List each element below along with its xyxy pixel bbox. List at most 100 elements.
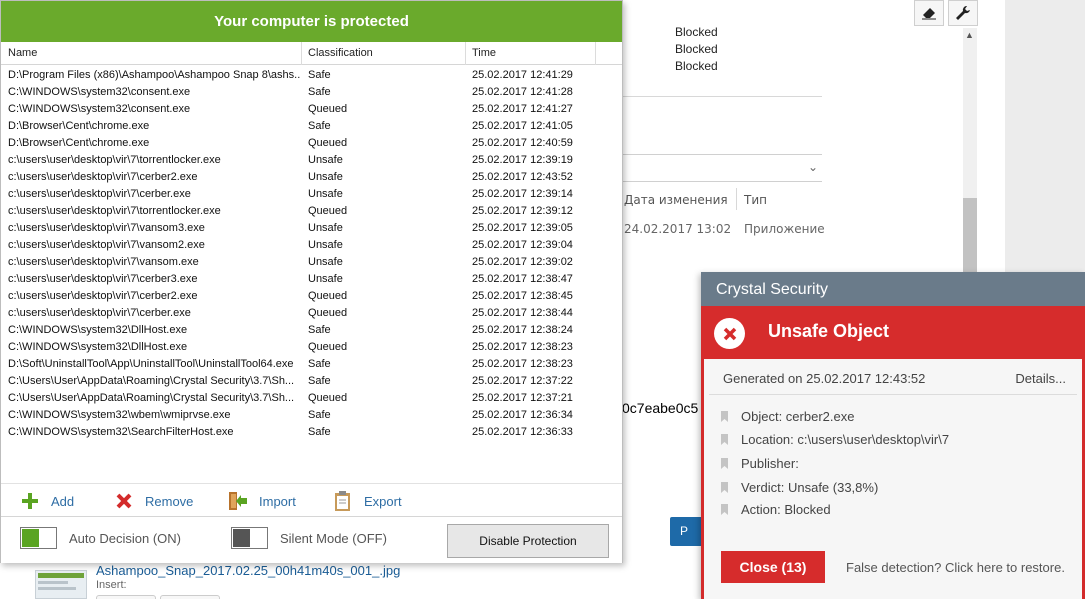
table-row[interactable]: c:\users\user\desktop\vir\7\cerber2.exe Q…	[1, 288, 622, 305]
eraser-icon	[922, 8, 936, 20]
thumb-bar	[38, 573, 84, 578]
silent-mode-label: Silent Mode (OFF)	[280, 531, 387, 546]
table-header: Name Classification Time	[1, 42, 622, 65]
table-row[interactable]: C:\WINDOWS\system32\consent.exe Queued 25.…	[1, 101, 622, 118]
app-window: Your computer is protected Name Classifi…	[0, 0, 623, 563]
column-separator[interactable]	[595, 42, 596, 65]
table-row[interactable]: D:\Browser\Cent\chrome.exe Safe 25.02.2017…	[1, 118, 622, 135]
background-action-button[interactable]: P	[670, 517, 702, 546]
auto-decision-toggle[interactable]	[20, 527, 57, 549]
bookmark-icon	[721, 504, 728, 515]
insert-option[interactable]	[160, 595, 220, 599]
file-name-link[interactable]: Ashampoo_Snap_2017.02.25_00h41m40s_001_.…	[96, 563, 400, 578]
cell-classification: Queued	[308, 290, 348, 302]
file-thumbnail[interactable]	[35, 570, 87, 599]
cell-name: C:\WINDOWS\system32\consent.exe	[8, 103, 191, 115]
cell-classification: Safe	[308, 86, 331, 98]
cell-time: 25.02.2017 12:38:44	[472, 307, 573, 319]
clipboard-icon	[332, 490, 354, 512]
cell-name: C:\WINDOWS\system32\wbem\wmiprvse.exe	[8, 409, 231, 421]
table-row[interactable]: C:\WINDOWS\system32\wbem\wmiprvse.exe Saf…	[1, 407, 622, 424]
generated-timestamp: Generated on 25.02.2017 12:43:52	[723, 371, 926, 386]
cell-time: 25.02.2017 12:36:33	[472, 426, 573, 438]
export-button[interactable]: Export	[332, 490, 402, 512]
cell-name: c:\users\user\desktop\vir\7\vansom.exe	[8, 256, 199, 268]
table-row[interactable]: c:\users\user\desktop\vir\7\cerber.exe Un…	[1, 186, 622, 203]
table-row[interactable]: c:\users\user\desktop\vir\7\torrentlocke…	[1, 203, 622, 220]
cell-classification: Unsafe	[308, 154, 343, 166]
cell-classification: Safe	[308, 324, 331, 336]
cell-time: 25.02.2017 12:39:04	[472, 239, 573, 251]
cell-time: 25.02.2017 12:37:21	[472, 392, 573, 404]
background-dropdown[interactable]: ⌄	[622, 154, 822, 182]
disable-protection-button[interactable]: Disable Protection	[447, 524, 609, 558]
plus-icon	[19, 490, 41, 512]
settings-button[interactable]	[948, 0, 978, 26]
column-name[interactable]: Name	[1, 42, 37, 65]
insert-option[interactable]	[96, 595, 156, 599]
cell-time: 25.02.2017 12:40:59	[472, 137, 573, 149]
cell-name: D:\Browser\Cent\chrome.exe	[8, 120, 150, 132]
table-row[interactable]: C:\Users\User\AppData\Roaming\Crystal Se…	[1, 390, 622, 407]
import-button[interactable]: Import	[227, 490, 296, 512]
cell-classification: Queued	[308, 307, 348, 319]
events-table: D:\Program Files (x86)\Ashampoo\Ashampoo…	[1, 65, 622, 481]
table-row[interactable]: c:\users\user\desktop\vir\7\vansom3.exe U…	[1, 220, 622, 237]
table-row[interactable]: C:\WINDOWS\system32\DllHost.exe Safe 25.02…	[1, 322, 622, 339]
cell-time: 25.02.2017 12:39:14	[472, 188, 573, 200]
hash-text: 0c7eabe0c5	[622, 400, 699, 416]
cell-name: c:\users\user\desktop\vir\7\cerber.exe	[8, 188, 191, 200]
remove-button[interactable]: Remove	[113, 490, 193, 512]
cell-classification: Safe	[308, 358, 331, 370]
details-link[interactable]: Details...	[1015, 371, 1066, 386]
background-scrollbar[interactable]: ▲	[963, 28, 977, 273]
scrollbar-thumb[interactable]	[963, 198, 977, 273]
table-row[interactable]: C:\WINDOWS\system32\DllHost.exe Queued 25.…	[1, 339, 622, 356]
eraser-button[interactable]	[914, 0, 944, 26]
file-type: Приложение	[744, 222, 825, 236]
table-row[interactable]: D:\Browser\Cent\chrome.exe Queued 25.02.20…	[1, 135, 622, 152]
table-row[interactable]: C:\WINDOWS\system32\consent.exe Safe 25.02…	[1, 84, 622, 101]
table-row[interactable]: c:\users\user\desktop\vir\7\torrentlocke…	[1, 152, 622, 169]
chevron-down-icon: ⌄	[807, 160, 818, 174]
cell-name: C:\Users\User\AppData\Roaming\Crystal Se…	[8, 375, 295, 387]
cell-time: 25.02.2017 12:39:05	[472, 222, 573, 234]
cell-name: c:\users\user\desktop\vir\7\vansom2.exe	[8, 239, 205, 251]
restore-link[interactable]: False detection? Click here to restore.	[846, 560, 1065, 575]
table-row[interactable]: D:\Soft\UninstallTool\App\UninstallTool\…	[1, 356, 622, 373]
notification-title: Crystal Security	[701, 272, 1085, 306]
cell-classification: Safe	[308, 120, 331, 132]
column-classification[interactable]: Classification	[301, 42, 373, 65]
table-row[interactable]: c:\users\user\desktop\vir\7\cerber2.exe U…	[1, 169, 622, 186]
import-icon	[227, 490, 249, 512]
alert-banner: Unsafe Object	[701, 306, 1085, 359]
cell-time: 25.02.2017 12:38:24	[472, 324, 573, 336]
add-label: Add	[51, 493, 75, 509]
close-button[interactable]: Close (13)	[721, 551, 825, 583]
cell-name: c:\users\user\desktop\vir\7\torrentlocke…	[8, 154, 221, 166]
column-date-modified[interactable]: Дата изменения	[624, 193, 728, 207]
toggle-on-fill	[22, 529, 39, 547]
table-row[interactable]: C:\WINDOWS\system32\SearchFilterHost.exe…	[1, 424, 622, 441]
file-date: 24.02.2017 13:02	[624, 222, 732, 236]
blocked-label: Blocked	[675, 59, 718, 73]
column-type[interactable]: Тип	[744, 193, 767, 207]
property-text: Action: Blocked	[741, 502, 831, 517]
cell-time: 25.02.2017 12:38:23	[472, 358, 573, 370]
cell-name: c:\users\user\desktop\vir\7\cerber2.exe	[8, 290, 198, 302]
table-row[interactable]: c:\users\user\desktop\vir\7\vansom2.exe U…	[1, 237, 622, 254]
cell-classification: Safe	[308, 409, 331, 421]
table-row[interactable]: C:\Users\User\AppData\Roaming\Crystal Se…	[1, 373, 622, 390]
divider	[709, 394, 1077, 395]
bookmark-icon	[721, 458, 728, 469]
silent-mode-toggle[interactable]	[231, 527, 268, 549]
scroll-up-icon[interactable]: ▲	[965, 30, 974, 40]
table-row[interactable]: c:\users\user\desktop\vir\7\cerber3.exe U…	[1, 271, 622, 288]
add-button[interactable]: Add	[19, 490, 74, 512]
column-time[interactable]: Time	[465, 42, 496, 65]
table-row[interactable]: c:\users\user\desktop\vir\7\cerber.exe Qu…	[1, 305, 622, 322]
table-row[interactable]: D:\Program Files (x86)\Ashampoo\Ashampoo…	[1, 67, 622, 84]
cell-time: 25.02.2017 12:41:28	[472, 86, 573, 98]
threat-notification: Crystal Security Unsafe Object Generated…	[701, 272, 1085, 599]
table-row[interactable]: c:\users\user\desktop\vir\7\vansom.exe Un…	[1, 254, 622, 271]
